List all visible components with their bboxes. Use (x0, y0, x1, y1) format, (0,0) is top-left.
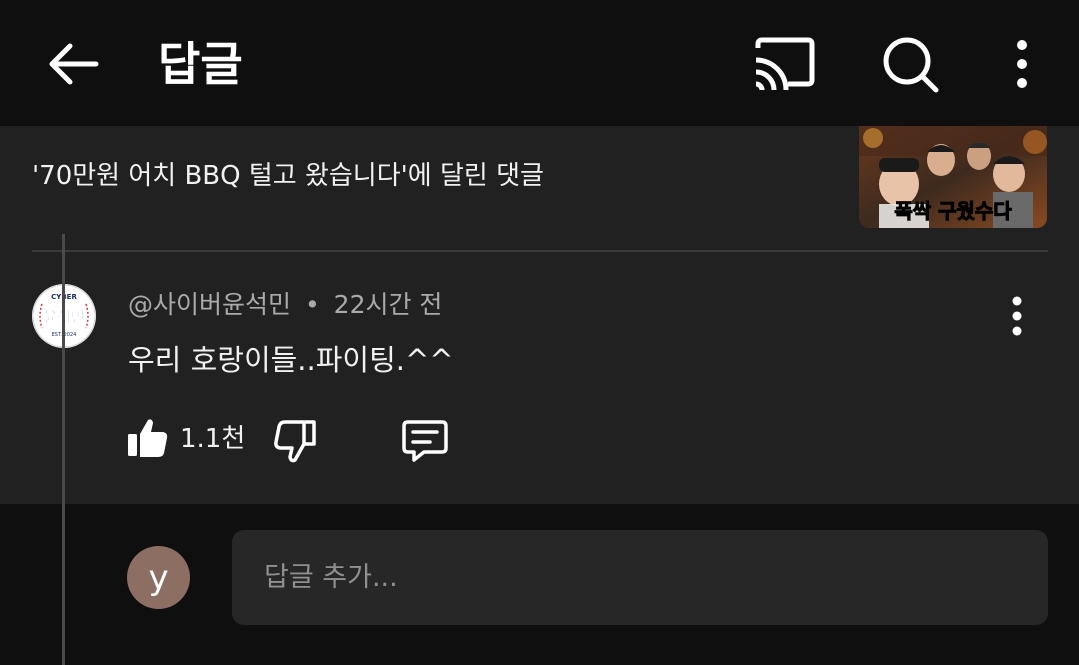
meta-separator: • (304, 290, 320, 319)
video-context-text: '70만원 어치 BBQ 털고 왔습니다'에 달린 댓글 (32, 161, 544, 191)
comment-author[interactable]: @사이버윤석민 (128, 290, 291, 319)
search-button[interactable] (880, 36, 942, 94)
more-vertical-icon (1012, 296, 1022, 336)
cast-button[interactable] (752, 36, 816, 92)
thumbnail-caption: 폭싹 구웠수다 (894, 199, 1012, 223)
back-button[interactable] (44, 38, 102, 90)
page-title: 답글 (158, 37, 243, 91)
cast-icon (755, 37, 815, 91)
search-icon (883, 37, 939, 93)
user-avatar[interactable]: y (127, 546, 190, 609)
comment-panel: '70만원 어치 BBQ 털고 왔습니다'에 달린 댓글 폭싹 구웠수다 EST… (0, 126, 1079, 504)
comment-time: 22시간 전 (333, 290, 443, 319)
comment-more-button[interactable] (1000, 294, 1034, 338)
like-count: 1.1천 (180, 424, 246, 454)
reply-input[interactable] (232, 530, 1048, 625)
dislike-button[interactable] (272, 418, 318, 464)
comment-reply-icon (402, 420, 448, 462)
reply-button[interactable] (400, 418, 450, 464)
more-options-button[interactable] (1004, 38, 1040, 90)
more-vertical-icon (1017, 40, 1027, 88)
thumbnail-image: 폭싹 구웠수다 (859, 126, 1047, 228)
replies-screen: 답글 '70만원 어치 BBQ 털고 왔습니다'에 달린 댓글 폭싹 구웠수다 … (0, 0, 1079, 665)
comment-text: 우리 호랑이들..파이팅.^^ (128, 343, 454, 377)
divider (32, 250, 1048, 252)
arrow-left-icon (49, 43, 99, 85)
like-button[interactable] (126, 416, 170, 460)
comment-meta: @사이버윤석민 • 22시간 전 (128, 288, 442, 322)
thumbs-down-icon (274, 420, 316, 463)
thumbs-up-icon (128, 419, 168, 457)
video-thumbnail[interactable]: 폭싹 구웠수다 (859, 126, 1047, 228)
thread-line (62, 234, 65, 665)
top-app-bar: 답글 (0, 0, 1079, 126)
